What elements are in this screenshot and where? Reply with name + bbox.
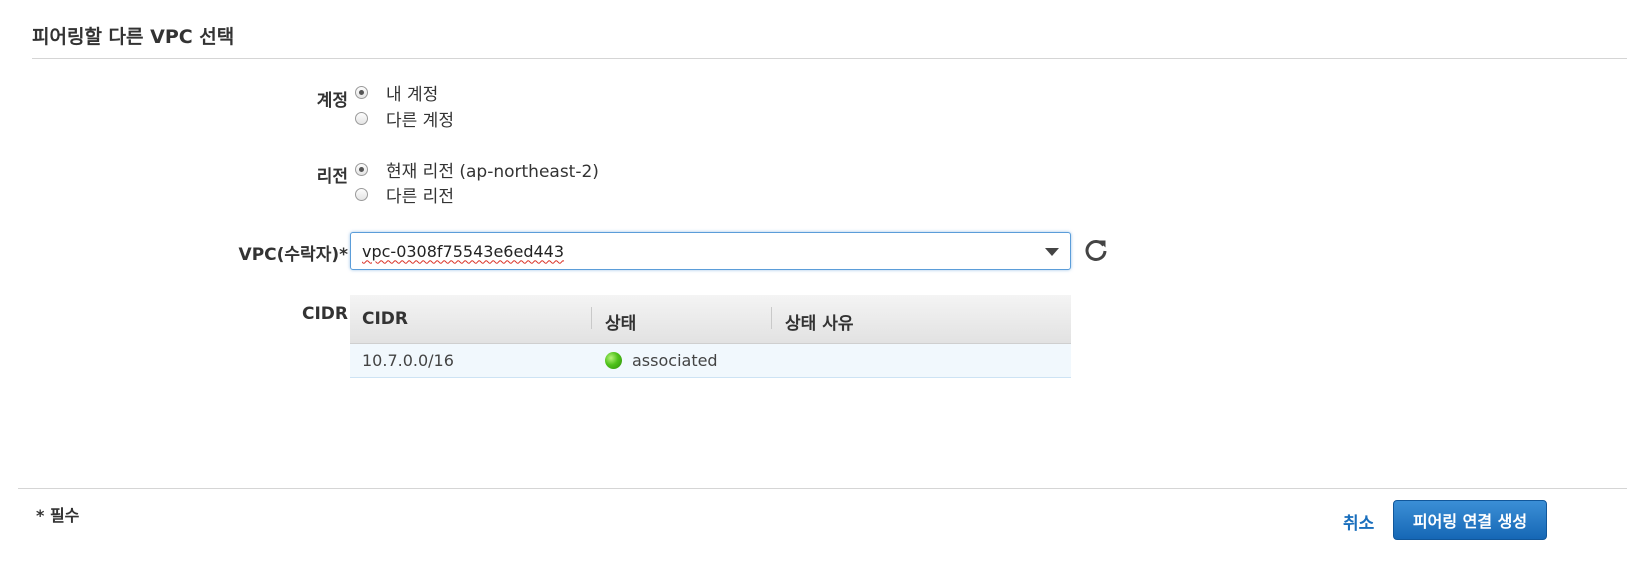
section-divider xyxy=(32,58,1627,59)
create-peering-button[interactable]: 피어링 연결 생성 xyxy=(1393,500,1547,540)
vpc-select[interactable]: vpc-0308f75543e6ed443 xyxy=(350,232,1071,270)
radio-current-region[interactable]: 현재 리전 (ap-northeast-2) xyxy=(355,157,599,182)
region-label: 리전 xyxy=(316,167,348,187)
account-label: 계정 xyxy=(316,91,348,111)
required-note: * 필수 xyxy=(36,506,80,525)
radio-other-region-label: 다른 리전 xyxy=(386,187,454,207)
refresh-icon[interactable] xyxy=(1083,237,1109,263)
radio-my-account-label: 내 계정 xyxy=(386,85,439,105)
chevron-down-icon[interactable] xyxy=(1045,248,1059,256)
column-divider[interactable] xyxy=(591,307,592,329)
radio-current-region-button[interactable] xyxy=(355,163,368,176)
column-header-status-reason[interactable]: 상태 사유 xyxy=(785,309,853,334)
footer-divider xyxy=(18,488,1627,489)
table-row[interactable]: 10.7.0.0/16 associated xyxy=(350,344,1071,378)
radio-other-account-label: 다른 계정 xyxy=(386,111,454,131)
status-ok-icon xyxy=(605,352,622,369)
section-title: 피어링할 다른 VPC 선택 xyxy=(32,26,235,48)
radio-my-account[interactable]: 내 계정 xyxy=(355,80,438,105)
column-header-cidr[interactable]: CIDR xyxy=(362,309,408,329)
cell-status: associated xyxy=(632,351,718,370)
radio-other-account-button[interactable] xyxy=(355,112,368,125)
vpc-select-value: vpc-0308f75543e6ed443 xyxy=(362,241,565,261)
radio-other-region[interactable]: 다른 리전 xyxy=(355,182,454,207)
radio-current-region-label: 현재 리전 (ap-northeast-2) xyxy=(386,162,599,182)
vpc-label: VPC(수락자)* xyxy=(238,245,348,265)
column-header-status[interactable]: 상태 xyxy=(605,309,636,334)
cancel-link[interactable]: 취소 xyxy=(1343,509,1374,534)
cell-cidr: 10.7.0.0/16 xyxy=(362,351,454,370)
cidr-label: CIDR xyxy=(301,304,348,324)
radio-my-account-button[interactable] xyxy=(355,86,368,99)
radio-other-account[interactable]: 다른 계정 xyxy=(355,106,454,131)
cidr-table-header: CIDR 상태 상태 사유 xyxy=(350,295,1071,344)
cidr-table: CIDR 상태 상태 사유 10.7.0.0/16 associated xyxy=(350,295,1071,378)
column-divider[interactable] xyxy=(771,307,772,329)
radio-other-region-button[interactable] xyxy=(355,188,368,201)
